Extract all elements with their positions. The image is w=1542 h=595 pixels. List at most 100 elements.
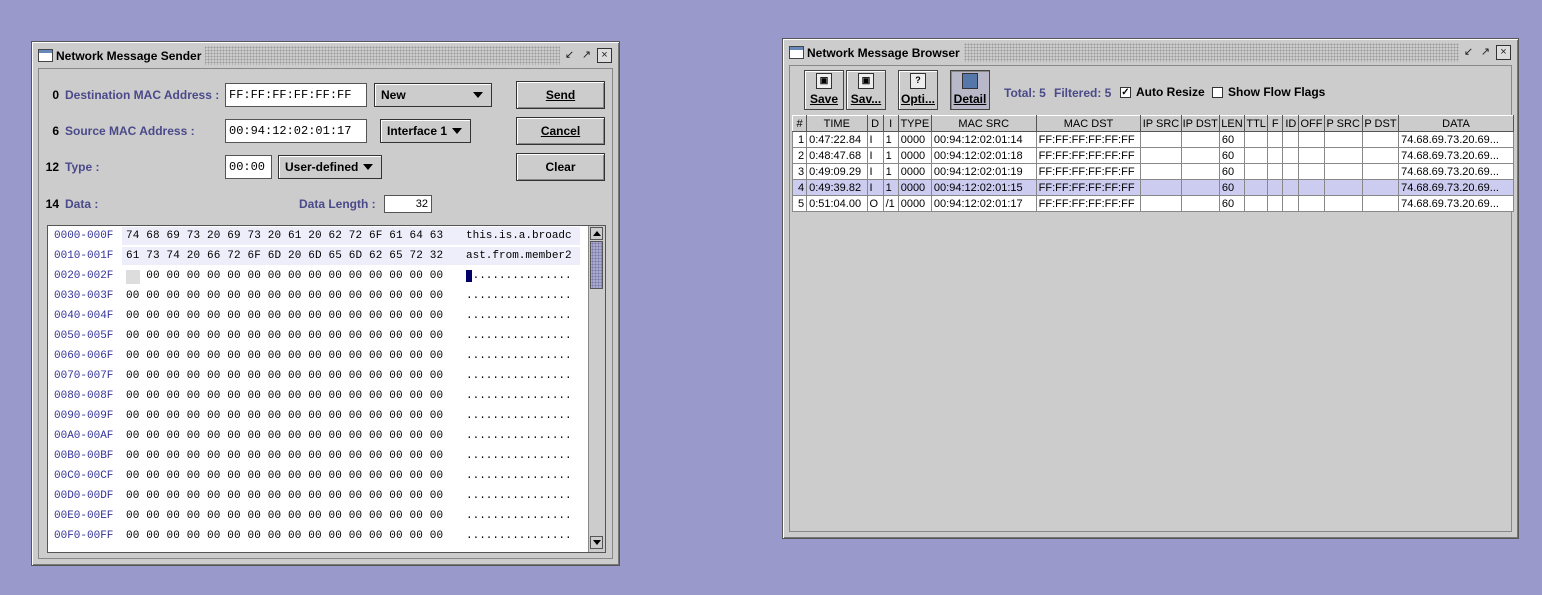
- table-cell: [1323, 179, 1363, 196]
- table-row[interactable]: 4 0:49:39.82 I 1 0000 00:94:12:02:01:15 FF:FF:…: [791, 179, 1514, 196]
- table-cell: [1282, 195, 1300, 212]
- browser-window: Network Message Browser ↙ ↗ × ▣ Save ▣ S…: [782, 38, 1519, 539]
- interface-combo[interactable]: Interface 1: [380, 119, 471, 143]
- maximize-icon[interactable]: ↗: [580, 49, 593, 62]
- column-header[interactable]: MAC SRC: [930, 115, 1037, 132]
- scroll-down-icon[interactable]: [590, 536, 603, 549]
- column-header[interactable]: #: [791, 115, 808, 132]
- table-cell: [1180, 163, 1220, 180]
- table-cell: [1180, 131, 1220, 148]
- hex-row[interactable]: 0010-001F 61 73 74 20 66 72 6F 6D 20 6D 6…: [48, 246, 586, 266]
- message-table[interactable]: # TIME D I TYPE MAC SRC MAC DST IP SRC IP DST LEN…: [791, 115, 1514, 212]
- table-cell: 00:94:12:02:01:15: [930, 179, 1037, 196]
- checkbox-unchecked-icon: [1212, 86, 1223, 98]
- auto-resize-checkbox[interactable]: ✓ Auto Resize: [1120, 85, 1205, 99]
- hex-row[interactable]: 00E0-00EF 00 00 00 00 00 00 00 00 00 00 0…: [48, 506, 586, 526]
- hex-row[interactable]: 00A0-00AF 00 00 00 00 00 00 00 00 00 00 0…: [48, 426, 586, 446]
- table-cell: [1267, 195, 1284, 212]
- dest-mac-field[interactable]: FF:FF:FF:FF:FF:FF: [225, 83, 367, 107]
- hex-row[interactable]: 0030-003F 00 00 00 00 00 00 00 00 00 00 0…: [48, 286, 586, 306]
- cancel-button[interactable]: Cancel: [516, 117, 605, 145]
- table-cell: 60: [1218, 195, 1246, 212]
- src-mac-offset: 6: [52, 124, 59, 138]
- options-button[interactable]: ? Opti...: [898, 70, 938, 110]
- column-header[interactable]: MAC DST: [1035, 115, 1142, 132]
- table-cell: I: [866, 179, 884, 196]
- column-header[interactable]: D: [866, 115, 884, 132]
- column-header[interactable]: ID: [1282, 115, 1300, 132]
- sender-titlebar[interactable]: Network Message Sender ↙ ↗ ×: [36, 46, 615, 65]
- type-combo[interactable]: User-defined: [278, 155, 382, 179]
- hex-row[interactable]: 0080-008F 00 00 00 00 00 00 00 00 00 00 0…: [48, 386, 586, 406]
- column-header[interactable]: IP DST: [1180, 115, 1220, 132]
- table-cell: 60: [1218, 131, 1246, 148]
- hex-row[interactable]: 0060-006F 00 00 00 00 00 00 00 00 00 00 0…: [48, 346, 586, 366]
- detail-button[interactable]: Detail: [950, 70, 990, 110]
- hex-row[interactable]: 0090-009F 00 00 00 00 00 00 00 00 00 00 0…: [48, 406, 586, 426]
- scroll-thumb[interactable]: [590, 241, 603, 289]
- table-body: 1 0:47:22.84 I 1 0000 00:94:12:02:01:14 FF:FF:…: [791, 131, 1514, 212]
- close-icon[interactable]: ×: [597, 48, 612, 63]
- hex-bytes: 00 00 00 00 00 00 00 00 00 00 00 00 00 0…: [126, 330, 444, 342]
- column-header[interactable]: IP SRC: [1140, 115, 1182, 132]
- scroll-up-icon[interactable]: [590, 227, 603, 240]
- table-header: # TIME D I TYPE MAC SRC MAC DST IP SRC IP DST LEN…: [791, 115, 1514, 132]
- table-row[interactable]: 1 0:47:22.84 I 1 0000 00:94:12:02:01:14 FF:FF:…: [791, 131, 1514, 148]
- maximize-icon[interactable]: ↗: [1479, 46, 1492, 59]
- table-cell: [1140, 195, 1182, 212]
- show-flow-flags-checkbox[interactable]: Show Flow Flags: [1212, 85, 1325, 99]
- column-header[interactable]: OFF: [1298, 115, 1325, 132]
- column-header[interactable]: LEN: [1218, 115, 1246, 132]
- table-cell: 3: [791, 163, 808, 180]
- hex-row[interactable]: 0050-005F 00 00 00 00 00 00 00 00 00 00 0…: [48, 326, 586, 346]
- table-cell: [1244, 195, 1269, 212]
- hex-row[interactable]: 00D0-00DF 00 00 00 00 00 00 00 00 00 00 0…: [48, 486, 586, 506]
- table-cell: [1267, 163, 1284, 180]
- column-header[interactable]: P SRC: [1323, 115, 1363, 132]
- hex-ascii: ................: [466, 390, 572, 402]
- hex-bytes: 00 00 00 00 00 00 00 00 00 00 00 00 00 0…: [126, 350, 444, 362]
- minimize-icon[interactable]: ↙: [563, 49, 576, 62]
- table-cell: 0000: [897, 163, 932, 180]
- column-header[interactable]: DATA: [1398, 115, 1514, 132]
- hex-row[interactable]: 00B0-00BF 00 00 00 00 00 00 00 00 00 00 0…: [48, 446, 586, 466]
- browser-titlebar[interactable]: Network Message Browser ↙ ↗ ×: [787, 43, 1514, 62]
- table-cell: 5: [791, 195, 808, 212]
- hex-offset: 00A0-00AF: [54, 430, 114, 442]
- save-button[interactable]: ▣ Save: [804, 70, 844, 110]
- hex-row[interactable]: 0070-007F 00 00 00 00 00 00 00 00 00 00 0…: [48, 366, 586, 386]
- table-cell: [1140, 163, 1182, 180]
- table-cell: [1140, 179, 1182, 196]
- save-as-button[interactable]: ▣ Sav...: [846, 70, 886, 110]
- table-cell: 00:94:12:02:01:18: [930, 147, 1037, 164]
- column-header[interactable]: F: [1267, 115, 1284, 132]
- hex-row[interactable]: 00C0-00CF 00 00 00 00 00 00 00 00 00 00 0…: [48, 466, 586, 486]
- table-row[interactable]: 3 0:49:09.29 I 1 0000 00:94:12:02:01:19 FF:FF:…: [791, 163, 1514, 180]
- minimize-icon[interactable]: ↙: [1462, 46, 1475, 59]
- send-button[interactable]: Send: [516, 81, 605, 109]
- column-header[interactable]: TIME: [806, 115, 868, 132]
- window-icon: [38, 49, 53, 62]
- hex-row[interactable]: 0000-000F 74 68 69 73 20 69 73 20 61 20 6…: [48, 226, 586, 246]
- type-field[interactable]: 00:00: [225, 155, 272, 179]
- window-icon: [789, 46, 804, 59]
- table-row[interactable]: 5 0:51:04.00 O/1 0000 00:94:12:02:01:17 FF:FF…: [791, 195, 1514, 212]
- column-header[interactable]: P DST: [1361, 115, 1400, 132]
- column-header[interactable]: TTL: [1244, 115, 1269, 132]
- chevron-down-icon: [452, 128, 462, 134]
- chevron-down-icon: [363, 164, 373, 170]
- hex-editor[interactable]: 0000-000F 74 68 69 73 20 69 73 20 61 20 6…: [47, 225, 606, 553]
- src-mac-field[interactable]: 00:94:12:02:01:17: [225, 119, 367, 143]
- hex-row[interactable]: 0040-004F 00 00 00 00 00 00 00 00 00 00 0…: [48, 306, 586, 326]
- hex-scrollbar[interactable]: [588, 226, 605, 552]
- clear-button[interactable]: Clear: [516, 153, 605, 181]
- hex-row[interactable]: 00F0-00FF 00 00 00 00 00 00 00 00 00 00 0…: [48, 526, 586, 546]
- table-cell: FF:FF:FF:FF:FF:FF: [1035, 163, 1142, 180]
- column-header[interactable]: I: [882, 115, 899, 132]
- table-row[interactable]: 2 0:48:47.68 I 1 0000 00:94:12:02:01:18 FF:FF:…: [791, 147, 1514, 164]
- column-header[interactable]: TYPE: [897, 115, 932, 132]
- close-icon[interactable]: ×: [1496, 45, 1511, 60]
- data-length-field[interactable]: 32: [384, 195, 432, 213]
- hex-bytes: 00 00 00 00 00 00 00 00 00 00 00 00 00 0…: [126, 290, 444, 302]
- dest-mac-combo[interactable]: New: [374, 83, 492, 107]
